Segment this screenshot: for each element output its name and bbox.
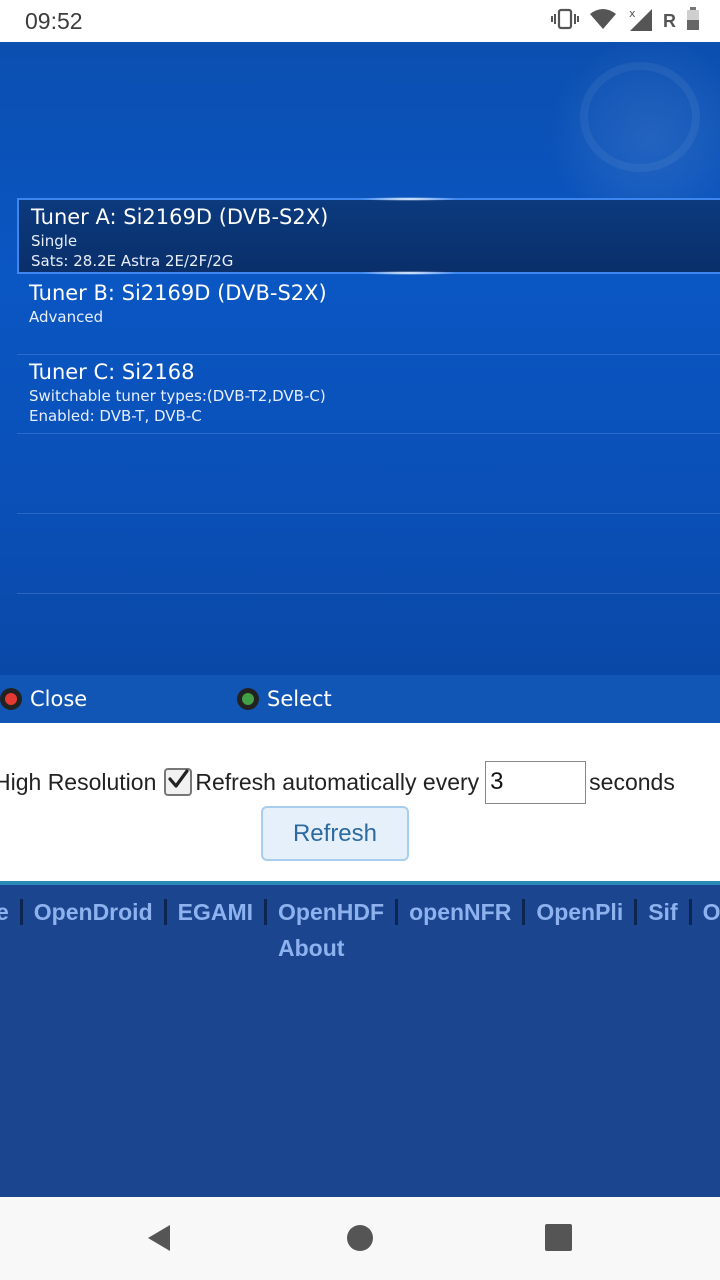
home-icon[interactable]: [346, 1224, 374, 1256]
seconds-label: seconds: [589, 768, 675, 795]
roaming-indicator: R: [663, 10, 676, 31]
tv-screenshot: Tuner A: Si2169D (DVB-S2X) Single Sats: …: [0, 42, 720, 723]
refresh-button[interactable]: Refresh: [261, 806, 409, 861]
green-button-icon: [237, 688, 259, 710]
high-resolution-label: High Resolution: [0, 768, 157, 795]
tv-button-bar: Close Select: [0, 675, 720, 723]
refresh-interval-input[interactable]: 3: [485, 760, 587, 804]
tuner-list: Tuner A: Si2169D (DVB-S2X) Single Sats: …: [17, 197, 720, 594]
cell-signal-icon: x: [627, 6, 653, 36]
battery-icon: [686, 7, 700, 35]
tuner-item-b[interactable]: Tuner B: Si2169D (DVB-S2X) Advanced: [17, 276, 720, 355]
tuner-item-c[interactable]: Tuner C: Si2168 Switchable tuner types:(…: [17, 355, 720, 434]
screenshot-controls: High Resolution Refresh automatically ev…: [0, 723, 720, 881]
about-link[interactable]: About: [278, 935, 344, 962]
nav-link-op[interactable]: Op: [703, 899, 720, 926]
tuner-enabled: Enabled: DVB-T, DVB-C: [29, 407, 202, 425]
auto-refresh-checkbox[interactable]: [164, 768, 193, 796]
back-icon[interactable]: [146, 1224, 172, 1256]
nav-separator: [634, 899, 638, 925]
nav-link-openpli[interactable]: OpenPli: [536, 899, 623, 926]
recents-icon[interactable]: [545, 1224, 572, 1255]
auto-refresh-label: Refresh automatically every: [195, 768, 480, 795]
tuner-title: Tuner B: Si2169D (DVB-S2X): [29, 281, 327, 305]
tuner-sats: Sats: 28.2E Astra 2E/2F/2G: [31, 252, 234, 270]
nav-separator: [522, 899, 526, 925]
nav-link-opennfr[interactable]: openNFR: [409, 899, 511, 926]
close-label: Close: [30, 687, 88, 711]
nav-link-e[interactable]: e: [0, 899, 9, 926]
close-button[interactable]: Close: [0, 685, 87, 713]
select-label: Select: [267, 687, 332, 711]
vibrate-icon: [551, 8, 579, 34]
status-time: 09:52: [25, 8, 83, 34]
nav-separator: [395, 899, 399, 925]
wifi-icon: [589, 8, 617, 34]
system-nav-bar: [0, 1197, 720, 1280]
nav-separator: [163, 899, 167, 925]
tuner-mode: Single: [31, 232, 78, 250]
nav-separator: [264, 899, 268, 925]
nav-link-egami[interactable]: EGAMI: [178, 899, 253, 926]
nav-separator: [688, 899, 692, 925]
tuner-title: Tuner C: Si2168: [29, 360, 195, 384]
controls-row: High Resolution Refresh automatically ev…: [0, 760, 675, 804]
status-bar: 09:52 x R: [0, 0, 720, 42]
image-links-row: e OpenDroid EGAMI OpenHDF openNFR OpenPli Sif O…: [0, 895, 720, 929]
nav-separator: [19, 899, 23, 925]
tuner-empty-row: [17, 514, 720, 594]
tuner-mode: Advanced: [29, 308, 104, 326]
nav-link-openhdf[interactable]: OpenHDF: [278, 899, 384, 926]
status-icons: x R: [551, 7, 700, 35]
nav-link-opendroid[interactable]: OpenDroid: [34, 899, 153, 926]
footer-nav: e OpenDroid EGAMI OpenHDF openNFR OpenPli Sif O…: [0, 881, 720, 1197]
nav-link-sif[interactable]: Sif: [648, 899, 677, 926]
red-button-icon: [0, 688, 22, 710]
tuner-types: Switchable tuner types:(DVB-T2,DVB-C): [29, 387, 326, 405]
select-button[interactable]: Select: [237, 685, 332, 713]
tuner-empty-row: [17, 434, 720, 514]
checkmark-icon: [167, 768, 189, 796]
tuner-item-a[interactable]: Tuner A: Si2169D (DVB-S2X) Single Sats: …: [17, 197, 720, 275]
tuner-title: Tuner A: Si2169D (DVB-S2X): [31, 205, 329, 229]
svg-text:x: x: [629, 7, 636, 20]
background-ring: [580, 62, 700, 172]
